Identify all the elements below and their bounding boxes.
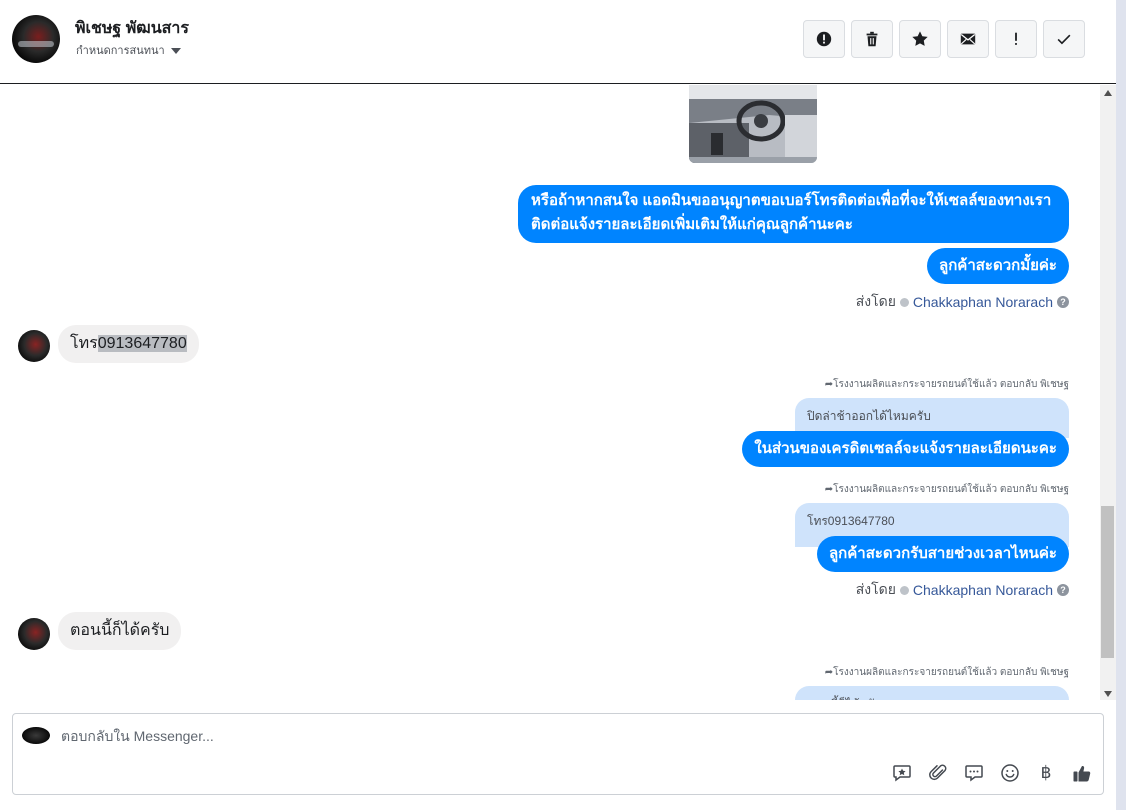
chat-template-button[interactable] bbox=[963, 762, 985, 784]
saved-reply-button[interactable] bbox=[891, 762, 913, 784]
reply-context-note: ➦โรงงานผลิตและกระจายรถยนต์ใช้แล้ว ตอบกลั… bbox=[824, 667, 1069, 678]
help-icon[interactable]: ? bbox=[1057, 584, 1069, 596]
reply-context-note: ➦โรงงานผลิตและกระจายรถยนต์ใช้แล้ว ตอบกลั… bbox=[824, 379, 1069, 390]
page-edge bbox=[1116, 0, 1126, 810]
mark-spam-button[interactable] bbox=[803, 20, 845, 58]
sent-by-label: ส่งโดย Chakkaphan Norarach ? bbox=[856, 579, 1069, 601]
caret-down-icon bbox=[170, 47, 181, 54]
quoted-message[interactable]: ตอนนี้ก็ได้ครับ bbox=[795, 686, 1069, 700]
message-text: โทร bbox=[70, 335, 98, 352]
reply-arrow-icon: ➦ bbox=[824, 484, 834, 495]
reply-arrow-icon: ➦ bbox=[824, 667, 834, 678]
emoji-button[interactable] bbox=[999, 762, 1021, 784]
phone-number: 0913647780 bbox=[97, 335, 187, 352]
contact-avatar-small[interactable] bbox=[18, 330, 50, 362]
scrollbar-thumb[interactable] bbox=[1101, 506, 1114, 658]
contact-avatar[interactable] bbox=[12, 15, 60, 63]
chat-bubble-icon bbox=[965, 765, 983, 782]
reply-input[interactable] bbox=[61, 728, 761, 744]
verified-icon bbox=[899, 585, 909, 595]
star-button[interactable] bbox=[899, 20, 941, 58]
payment-button[interactable]: ฿ bbox=[1035, 762, 1057, 784]
message-thread: หรือถ้าหากสนใจ แอดมินขออนุญาตขอเบอร์โทรต… bbox=[0, 85, 1100, 700]
verified-icon bbox=[899, 297, 909, 307]
attach-button[interactable] bbox=[927, 762, 949, 784]
agent-name-link[interactable]: Chakkaphan Norarach bbox=[913, 582, 1053, 598]
assign-conversation-dropdown[interactable]: กำหนดการสนทนา bbox=[76, 41, 181, 59]
help-icon[interactable]: ? bbox=[1057, 296, 1069, 308]
message-outgoing[interactable]: ในส่วนของเครดิตเซลล์จะแจ้งรายละเอียดนะคะ bbox=[742, 431, 1069, 467]
inbox-conversation-panel: พิเชษฐ พัฒนสาร กำหนดการสนทนา หรือถ้าหากส… bbox=[0, 0, 1116, 810]
saved-reply-icon bbox=[893, 765, 911, 782]
trash-icon bbox=[866, 31, 878, 47]
delete-button[interactable] bbox=[851, 20, 893, 58]
page-avatar bbox=[22, 727, 50, 744]
star-icon bbox=[912, 31, 928, 46]
baht-icon: ฿ bbox=[1040, 763, 1052, 782]
mark-unread-button[interactable] bbox=[947, 20, 989, 58]
reply-composer: ฿ bbox=[12, 713, 1104, 795]
exclamation-icon bbox=[1015, 32, 1017, 45]
sent-by-prefix: ส่งโดย bbox=[855, 293, 896, 309]
scroll-up-arrow-icon[interactable] bbox=[1104, 90, 1112, 96]
conversation-toolbar bbox=[803, 20, 1085, 58]
scroll-down-arrow-icon[interactable] bbox=[1104, 691, 1112, 697]
sent-by-prefix: ส่งโดย bbox=[855, 581, 896, 597]
emoji-icon bbox=[1001, 764, 1019, 782]
message-outgoing[interactable]: หรือถ้าหากสนใจ แอดมินขออนุญาตขอเบอร์โทรต… bbox=[518, 185, 1069, 243]
message-outgoing[interactable]: ลูกค้าสะดวกรับสายช่วงเวลาไหนค่ะ bbox=[816, 536, 1069, 572]
envelope-icon bbox=[960, 33, 976, 45]
contact-avatar-small[interactable] bbox=[18, 618, 50, 650]
message-outgoing[interactable]: ลูกค้าสะดวกมั้ยค่ะ bbox=[927, 248, 1069, 284]
attachment-icon bbox=[929, 764, 947, 781]
composer-actions: ฿ bbox=[891, 762, 1093, 784]
reply-arrow-icon: ➦ bbox=[824, 379, 834, 390]
mark-done-button[interactable] bbox=[1043, 20, 1085, 58]
spam-icon bbox=[816, 31, 832, 47]
message-incoming[interactable]: ตอนนี้ก็ได้ครับ bbox=[58, 612, 182, 650]
message-incoming[interactable]: โทร0913647780 bbox=[58, 325, 199, 363]
follow-up-button[interactable] bbox=[995, 20, 1037, 58]
reply-context-note: ➦โรงงานผลิตและกระจายรถยนต์ใช้แล้ว ตอบกลั… bbox=[824, 484, 1069, 495]
like-button[interactable] bbox=[1071, 762, 1093, 784]
assign-label: กำหนดการสนทนา bbox=[76, 45, 165, 57]
car-interior-photo[interactable] bbox=[689, 85, 817, 163]
sent-by-label: ส่งโดย Chakkaphan Norarach ? bbox=[856, 291, 1069, 313]
check-icon bbox=[1057, 34, 1071, 45]
thread-scrollbar[interactable] bbox=[1100, 85, 1116, 700]
conversation-header: พิเชษฐ พัฒนสาร กำหนดการสนทนา bbox=[0, 0, 1116, 84]
message-text: ติดต่อแจ้งรายละเอียดเพิ่มเติมให้แก่คุณลู… bbox=[531, 216, 853, 233]
contact-name[interactable]: พิเชษฐ พัฒนสาร bbox=[75, 16, 189, 41]
message-text: หรือถ้าหากสนใจ แอดมินขออนุญาตขอเบอร์โทรต… bbox=[531, 192, 1052, 209]
like-icon bbox=[1073, 765, 1091, 782]
agent-name-link[interactable]: Chakkaphan Norarach bbox=[913, 294, 1053, 310]
